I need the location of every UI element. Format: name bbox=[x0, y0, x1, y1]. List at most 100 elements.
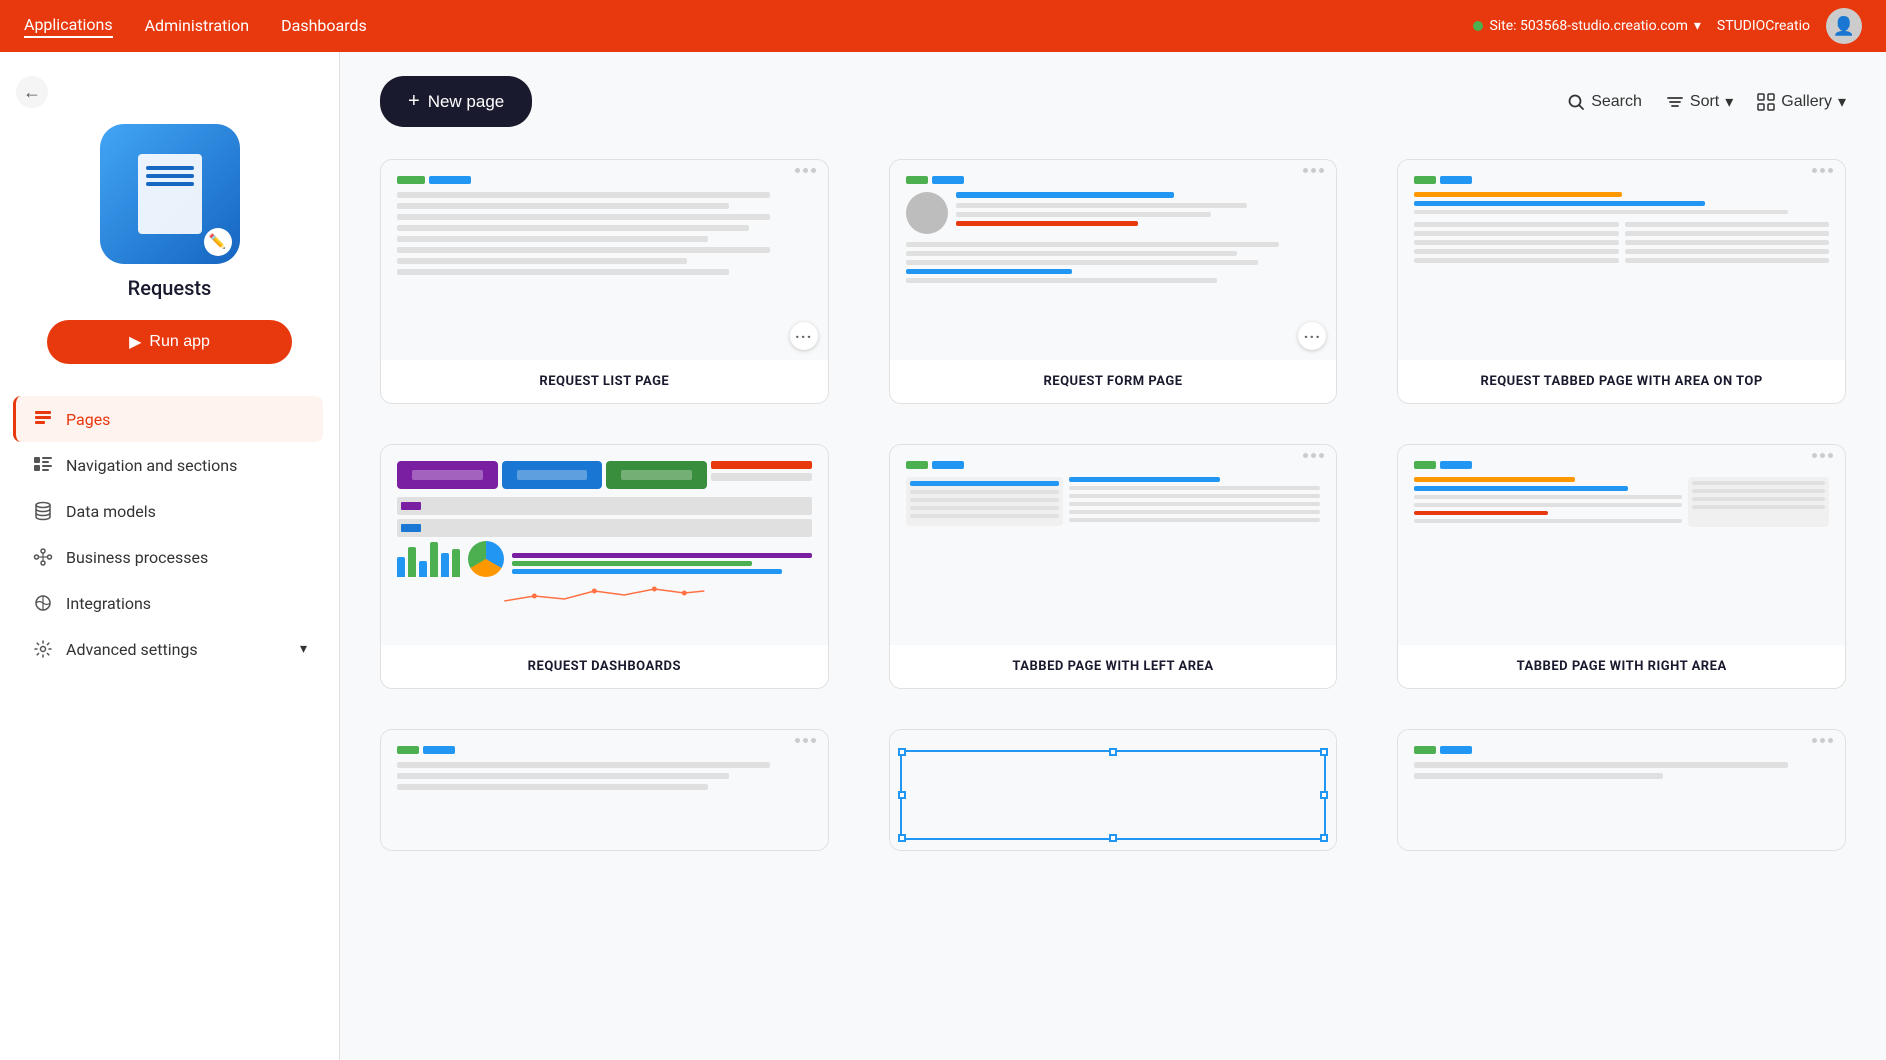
card-label-tabbed-left: TABBED PAGE WITH LEFT AREA bbox=[890, 645, 1337, 688]
gallery-icon bbox=[1757, 93, 1775, 111]
pie-chart bbox=[468, 541, 504, 577]
sort-icon bbox=[1666, 93, 1684, 111]
user-avatar[interactable]: 👤 bbox=[1826, 8, 1862, 44]
card-label-tabbed-right: TABBED PAGE WITH RIGHT AREA bbox=[1398, 645, 1845, 688]
sidebar-pages-label: Pages bbox=[66, 410, 110, 429]
page-card-bottom-1[interactable] bbox=[380, 729, 829, 851]
card-preview-tabbed-right bbox=[1398, 445, 1845, 645]
sort-button[interactable]: Sort ▾ bbox=[1666, 92, 1733, 112]
back-button[interactable]: ← bbox=[16, 76, 48, 108]
handle-left bbox=[898, 791, 906, 799]
app-name: Requests bbox=[128, 276, 212, 300]
sidebar-item-navigation[interactable]: Navigation and sections bbox=[16, 442, 323, 488]
form-preview-avatar bbox=[906, 192, 948, 234]
nav-applications[interactable]: Applications bbox=[24, 15, 113, 38]
toolbar: + New page Search Sort bbox=[380, 76, 1846, 127]
page-card-tabbed-right[interactable]: TABBED PAGE WITH RIGHT AREA bbox=[1397, 444, 1846, 689]
plus-icon: + bbox=[408, 90, 420, 113]
page-card-request-list[interactable]: ··· REQUEST LIST PAGE bbox=[380, 159, 829, 404]
handle-bottom bbox=[1109, 834, 1117, 842]
sidebar-navigation-label: Navigation and sections bbox=[66, 456, 237, 475]
handle-top bbox=[1109, 748, 1117, 756]
page-card-request-tabbed-top[interactable]: REQUEST TABBED PAGE WITH AREA ON TOP bbox=[1397, 159, 1846, 404]
site-url: Site: 503568-studio.creatio.com bbox=[1489, 18, 1687, 34]
main-content: + New page Search Sort bbox=[340, 52, 1886, 1060]
preview-dots-tabbed-right bbox=[1812, 453, 1833, 458]
card-preview-tabbed-left bbox=[890, 445, 1337, 645]
card-preview-dashboards bbox=[381, 445, 828, 645]
card-preview-list: ··· bbox=[381, 160, 828, 360]
navigation-icon bbox=[32, 454, 54, 476]
sidebar-item-business-processes[interactable]: Business processes bbox=[16, 534, 323, 580]
integrations-icon bbox=[32, 592, 54, 614]
handle-tr bbox=[1320, 748, 1328, 756]
search-button[interactable]: Search bbox=[1567, 93, 1642, 111]
handle-br bbox=[1320, 834, 1328, 842]
card-preview-bottom-1 bbox=[381, 730, 828, 850]
top-navigation: Applications Administration Dashboards S… bbox=[0, 0, 1886, 52]
sidebar-item-advanced-settings[interactable]: Advanced settings ▾ bbox=[16, 626, 323, 672]
sidebar-navigation: Pages Navigation and sections bbox=[16, 396, 323, 672]
card-label-request-form: REQUEST FORM PAGE bbox=[890, 360, 1337, 403]
chevron-down-icon: ▾ bbox=[300, 641, 307, 657]
preview-dots-tabbed-top bbox=[1812, 168, 1833, 173]
sidebar-integrations-label: Integrations bbox=[66, 594, 151, 613]
data-models-icon bbox=[32, 500, 54, 522]
run-app-button[interactable]: ▶ Run app bbox=[47, 320, 293, 364]
top-nav-right: Site: 503568-studio.creatio.com ▾ STUDIO… bbox=[1473, 8, 1862, 44]
card-label-request-dashboards: REQUEST DASHBOARDS bbox=[381, 645, 828, 688]
gallery-button[interactable]: Gallery ▾ bbox=[1757, 92, 1846, 112]
brand-name: STUDIOCreatio bbox=[1717, 18, 1810, 34]
sidebar-item-integrations[interactable]: Integrations bbox=[16, 580, 323, 626]
page-card-request-dashboards[interactable]: REQUEST DASHBOARDS bbox=[380, 444, 829, 689]
gallery-label: Gallery bbox=[1781, 93, 1832, 111]
app-edit-icon[interactable]: ✏️ bbox=[204, 228, 232, 256]
line-chart bbox=[397, 581, 812, 611]
sidebar-data-models-label: Data models bbox=[66, 502, 156, 521]
pages-icon bbox=[32, 408, 54, 430]
gallery-chevron-icon: ▾ bbox=[1838, 92, 1846, 112]
preview-dots-form bbox=[1303, 168, 1324, 173]
nav-administration[interactable]: Administration bbox=[145, 16, 250, 37]
card-menu-list[interactable]: ··· bbox=[790, 322, 818, 350]
handle-right bbox=[1320, 791, 1328, 799]
pages-grid: ··· REQUEST LIST PAGE bbox=[380, 159, 1846, 851]
sidebar-item-data-models[interactable]: Data models bbox=[16, 488, 323, 534]
sidebar-item-pages[interactable]: Pages bbox=[13, 396, 323, 442]
sidebar-advanced-settings-label: Advanced settings bbox=[66, 640, 198, 659]
new-page-label: New page bbox=[428, 92, 505, 112]
play-icon: ▶ bbox=[129, 332, 141, 352]
preview-dots bbox=[795, 168, 816, 173]
sidebar-business-processes-label: Business processes bbox=[66, 548, 208, 567]
run-app-label: Run app bbox=[149, 333, 210, 351]
card-label-request-list: REQUEST LIST PAGE bbox=[381, 360, 828, 403]
search-icon bbox=[1567, 93, 1585, 111]
card-label-request-tabbed-top: REQUEST TABBED PAGE WITH AREA ON TOP bbox=[1398, 360, 1845, 403]
site-indicator[interactable]: Site: 503568-studio.creatio.com ▾ bbox=[1473, 18, 1700, 34]
settings-icon bbox=[32, 638, 54, 660]
handle-bl bbox=[898, 834, 906, 842]
page-card-request-form[interactable]: ··· REQUEST FORM PAGE bbox=[889, 159, 1338, 404]
new-page-button[interactable]: + New page bbox=[380, 76, 532, 127]
site-dropdown-icon[interactable]: ▾ bbox=[1694, 18, 1701, 34]
preview-dots-tabbed-left bbox=[1303, 453, 1324, 458]
nav-dashboards[interactable]: Dashboards bbox=[281, 16, 367, 37]
sort-label: Sort bbox=[1690, 93, 1719, 111]
card-preview-tabbed-top bbox=[1398, 160, 1845, 360]
card-preview-bottom-2 bbox=[890, 730, 1337, 850]
selection-box bbox=[900, 750, 1327, 840]
preview-dots-bottom-1 bbox=[795, 738, 816, 743]
card-menu-form[interactable]: ··· bbox=[1298, 322, 1326, 350]
page-card-bottom-2[interactable] bbox=[889, 729, 1338, 851]
preview-dots-bottom-3 bbox=[1812, 738, 1833, 743]
handle-tl bbox=[898, 748, 906, 756]
page-card-bottom-3[interactable] bbox=[1397, 729, 1846, 851]
main-layout: ← ✏️ Requests ▶ Run app Pages bbox=[0, 52, 1886, 1060]
sort-chevron-icon: ▾ bbox=[1725, 92, 1733, 112]
bar-chart bbox=[397, 542, 460, 577]
search-label: Search bbox=[1591, 93, 1642, 111]
page-card-tabbed-left[interactable]: TABBED PAGE WITH LEFT AREA bbox=[889, 444, 1338, 689]
business-processes-icon bbox=[32, 546, 54, 568]
app-icon: ✏️ bbox=[100, 124, 240, 264]
toolbar-right: Search Sort ▾ bbox=[1567, 92, 1846, 112]
